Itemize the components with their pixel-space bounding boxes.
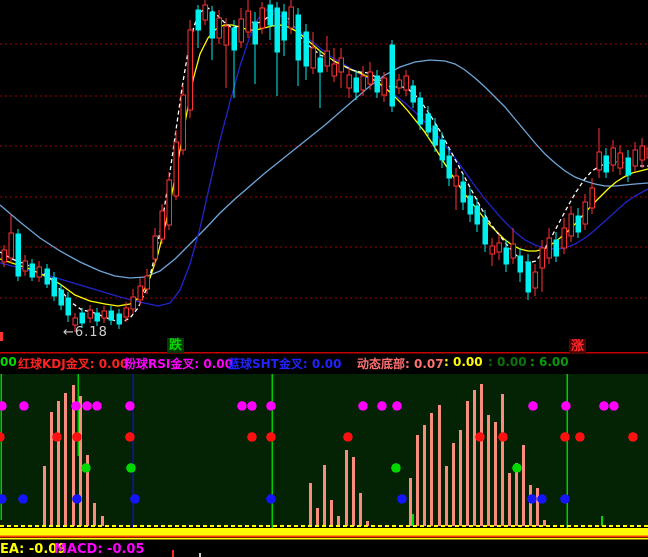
bottom-band xyxy=(0,526,648,539)
indicator-header-item: 蓝球SHT金叉: 0.00 xyxy=(228,355,341,372)
candlesticks xyxy=(2,0,648,332)
indicator-panel[interactable] xyxy=(0,374,648,557)
grid-lines xyxy=(0,44,648,298)
bottom-ticks xyxy=(172,550,201,557)
indicator-header: 00红球KDJ金叉: 0.00粉球RSI金叉: 0.00蓝球SHT金叉: 0.0… xyxy=(0,355,648,373)
fall-label: 跌 xyxy=(167,338,184,353)
indicator-header-item: : 0.00 xyxy=(444,355,483,369)
rise-label: 涨 xyxy=(569,339,586,354)
macd-value-label: MACD: -0.05 xyxy=(54,542,145,557)
indicator-header-item: : 0.00 xyxy=(488,355,527,369)
indicator-header-item: 动态底部: 0.07 xyxy=(357,355,444,372)
main-chart[interactable] xyxy=(0,0,648,341)
ma-lines xyxy=(0,8,648,322)
indicator-header-item: 00 xyxy=(0,355,17,369)
indicator-header-item: 红球KDJ金叉: 0.00 xyxy=(18,355,128,372)
chart-canvas xyxy=(0,0,648,557)
indicator-header-item: : 6.00 xyxy=(530,355,569,369)
divider-line xyxy=(0,352,648,354)
indicator-header-item: 粉球RSI金叉: 0.00 xyxy=(124,355,233,372)
app-root: ←6.18 跌 涨 00红球KDJ金叉: 0.00粉球RSI金叉: 0.00蓝球… xyxy=(0,0,648,557)
low-price-label: ←6.18 xyxy=(63,326,108,339)
low-tick-marker xyxy=(0,332,3,341)
